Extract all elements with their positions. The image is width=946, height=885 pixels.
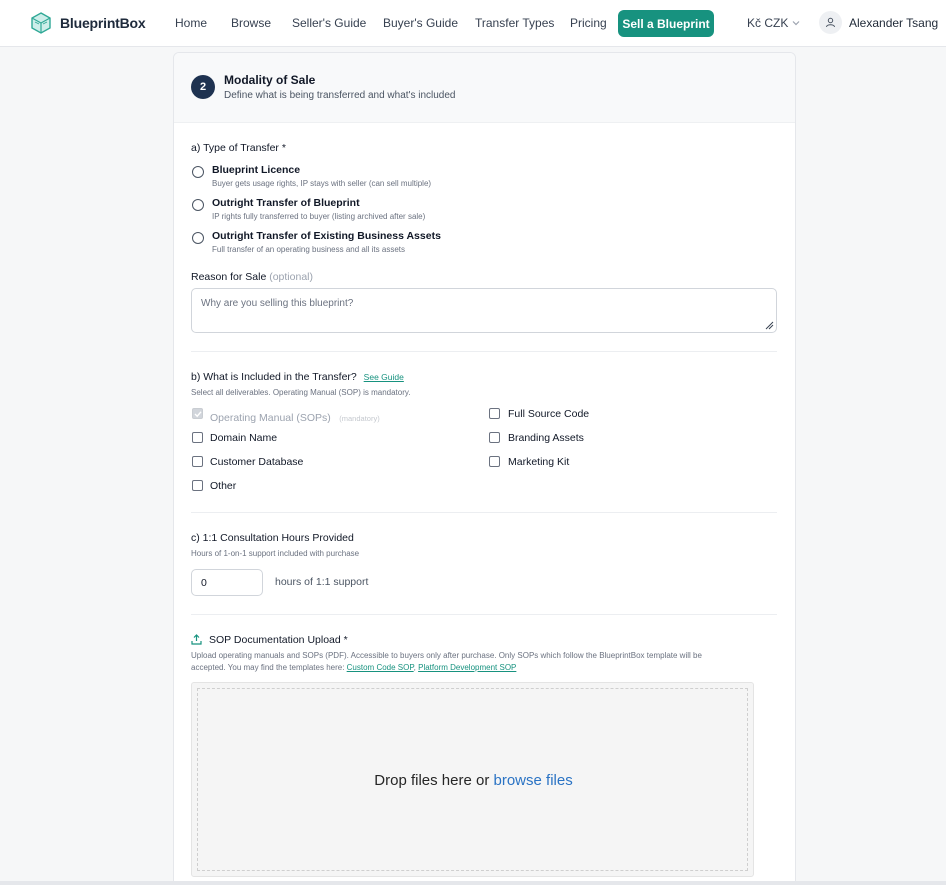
user-icon — [826, 17, 835, 28]
currency-label: Kč CZK — [747, 16, 789, 30]
upload-heading: SOP Documentation Upload * — [209, 634, 348, 646]
platform-development-sop-link[interactable]: Platform Development SOP — [418, 663, 516, 672]
sell-blueprint-button[interactable]: Sell a Blueprint — [618, 10, 714, 37]
upload-description-line2: accepted. You may find the templates her… — [191, 663, 516, 672]
see-guide-link[interactable]: See Guide — [364, 372, 404, 382]
consultation-hint: Hours of 1-on-1 support included with pu… — [191, 549, 360, 558]
nav-buyers-guide[interactable]: Buyer's Guide — [383, 16, 458, 30]
section-subtitle: Define what is being transferred and wha… — [224, 90, 456, 101]
file-dropzone[interactable]: Drop files here or browse files — [191, 682, 754, 877]
upload-description-line1: Upload operating manuals and SOPs (PDF).… — [191, 651, 702, 660]
option-description: IP rights fully transferred to buyer (li… — [212, 212, 426, 221]
checkbox-full-source-code[interactable] — [489, 408, 500, 419]
drop-instructions: Drop files here or browse files — [198, 772, 749, 789]
included-heading-text: b) What is Included in the Transfer? — [191, 371, 357, 383]
dropzone-dashed-area[interactable]: Drop files here or browse files — [197, 688, 748, 871]
mandatory-tag: (mandatory) — [339, 414, 380, 423]
user-name: Alexander Tsang — [849, 15, 939, 30]
option-label: Blueprint Licence — [212, 164, 301, 176]
checkbox-label: Marketing Kit — [508, 456, 570, 468]
input-value: 0 — [201, 577, 207, 589]
option-description: Buyer gets usage rights, IP stays with s… — [212, 179, 432, 188]
section-divider — [191, 351, 777, 352]
cube-logo-icon — [31, 12, 51, 34]
checkbox-domain-name[interactable] — [192, 432, 203, 443]
resize-handle-icon[interactable] — [764, 320, 774, 330]
top-navigation-bar: BlueprintBox Home Browse Seller's Guide … — [0, 0, 946, 47]
brand-name: BlueprintBox — [60, 15, 146, 31]
checkbox-branding-assets[interactable] — [489, 432, 500, 443]
option-description: Full transfer of an operating business a… — [212, 245, 405, 254]
drop-text: Drop files here or — [374, 772, 494, 789]
checkbox-label: Customer Database — [210, 456, 304, 468]
modality-of-sale-card: 2 Modality of Sale Define what is being … — [173, 52, 796, 885]
chevron-down-icon — [792, 21, 800, 26]
radio-blueprint-licence[interactable] — [192, 166, 204, 178]
currency-selector[interactable]: Kč CZK — [747, 16, 800, 30]
option-label: Outright Transfer of Blueprint — [212, 197, 360, 209]
upload-icon — [191, 634, 202, 645]
hours-unit-label: hours of 1:1 support — [275, 576, 369, 588]
checkbox-label: Domain Name — [210, 432, 278, 444]
bottom-edge — [0, 881, 946, 885]
reason-for-sale-textarea[interactable]: Why are you selling this blueprint? — [191, 288, 777, 333]
section-title: Modality of Sale — [224, 73, 316, 87]
radio-outright-transfer-business-assets[interactable] — [192, 232, 204, 244]
nav-browse[interactable]: Browse — [231, 16, 271, 30]
checkbox-label: Other — [210, 480, 237, 492]
user-menu[interactable]: Alexander Tsang — [819, 11, 938, 34]
checkbox-label: Branding Assets — [508, 432, 584, 444]
checkbox-other[interactable] — [192, 480, 203, 491]
section-divider — [191, 614, 777, 615]
checkbox-label: Full Source Code — [508, 408, 590, 420]
nav-home[interactable]: Home — [175, 16, 207, 30]
textarea-placeholder: Why are you selling this blueprint? — [201, 298, 354, 309]
custom-code-sop-link[interactable]: Custom Code SOP — [347, 663, 414, 672]
consultation-heading: c) 1:1 Consultation Hours Provided — [191, 532, 354, 544]
operating-manual-item: Operating Manual (SOPs) (mandatory) — [210, 408, 380, 426]
section-divider — [191, 512, 777, 513]
radio-outright-transfer-blueprint[interactable] — [192, 199, 204, 211]
avatar — [819, 11, 842, 34]
included-hint: Select all deliverables. Operating Manua… — [191, 388, 411, 397]
reason-for-sale-label: Reason for Sale (optional) — [191, 271, 313, 283]
nav-pricing[interactable]: Pricing — [570, 16, 607, 30]
checkbox-label: Operating Manual (SOPs) — [210, 412, 331, 424]
section-header: 2 Modality of Sale Define what is being … — [174, 53, 795, 123]
transfer-type-heading: a) Type of Transfer * — [191, 142, 286, 154]
checkbox-marketing-kit[interactable] — [489, 456, 500, 467]
included-heading: b) What is Included in the Transfer? See… — [191, 371, 404, 383]
nav-sellers-guide[interactable]: Seller's Guide — [292, 16, 366, 30]
option-label: Outright Transfer of Existing Business A… — [212, 230, 441, 242]
reason-label-text: Reason for Sale — [191, 271, 267, 283]
optional-tag: (optional) — [269, 271, 313, 283]
consultation-hours-input[interactable]: 0 — [191, 569, 263, 596]
checkbox-customer-database[interactable] — [192, 456, 203, 467]
upload-description-text: accepted. You may find the templates her… — [191, 663, 347, 672]
brand-logo[interactable]: BlueprintBox — [30, 12, 146, 34]
checkbox-operating-manual — [192, 408, 203, 419]
checkmark-icon — [194, 410, 202, 417]
browse-files-link[interactable]: browse files — [494, 772, 573, 789]
nav-transfer-types[interactable]: Transfer Types — [475, 16, 554, 30]
step-number-badge: 2 — [191, 75, 215, 99]
